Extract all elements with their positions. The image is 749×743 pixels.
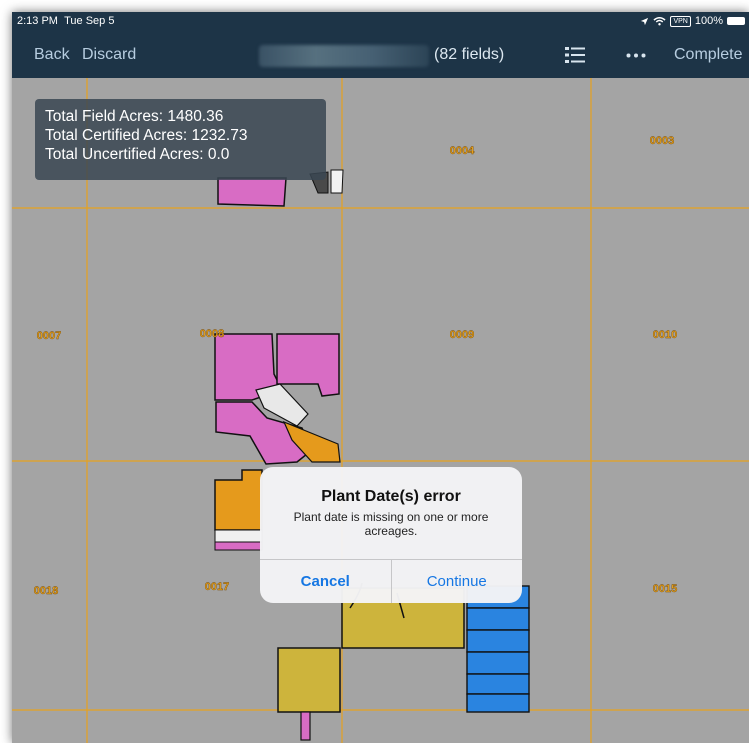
status-time: 2:13 PM Tue Sep 5 — [17, 15, 115, 27]
map-view[interactable]: 0004 0003 0007 0008 0009 0010 0018 0017 … — [12, 78, 749, 743]
field-white-top — [330, 169, 344, 194]
list-icon[interactable] — [565, 46, 585, 64]
wifi-icon — [653, 17, 666, 26]
redacted-title — [259, 45, 429, 67]
total-uncertified-acres: Total Uncertified Acres: 0.0 — [45, 146, 230, 163]
section-label-0004: 0004 — [450, 145, 475, 157]
vpn-badge: VPN — [670, 15, 691, 27]
field-orange-left[interactable] — [214, 469, 263, 531]
total-field-acres: Total Field Acres: 1480.36 — [45, 108, 224, 125]
section-label-0017: 0017 — [205, 581, 229, 593]
dialog-message: Plant date is missing on one or more acr… — [293, 510, 489, 538]
dialog-title: Plant Date(s) error — [321, 488, 461, 505]
section-label-0018: 0018 — [34, 585, 58, 597]
cancel-button[interactable]: Cancel — [260, 560, 392, 603]
section-label-0010: 0010 — [653, 329, 677, 341]
continue-button[interactable]: Continue — [392, 560, 523, 603]
nav-bar: Back Discard (82 fields) Complete — [12, 32, 749, 78]
field-blue-block[interactable] — [466, 585, 530, 713]
device-screen: 2:13 PM Tue Sep 5 VPN 100% Back Discard … — [12, 12, 749, 743]
location-arrow-icon — [641, 17, 649, 25]
dialog-buttons: Cancel Continue — [260, 559, 522, 603]
battery-icon — [727, 17, 745, 25]
field-white-left — [214, 529, 263, 543]
section-label-0007: 0007 — [37, 330, 61, 342]
field-yellow-lower[interactable] — [277, 647, 341, 713]
field-pink-2[interactable] — [276, 333, 340, 397]
field-pink-left[interactable] — [214, 541, 263, 551]
complete-button[interactable]: Complete — [674, 46, 742, 64]
field-pink-stub[interactable] — [300, 711, 311, 741]
section-label-0015: 0015 — [653, 583, 677, 595]
section-label-0008: 0008 — [200, 328, 224, 340]
acreage-summary: Total Field Acres: 1480.36 Total Certifi… — [35, 99, 326, 180]
back-button[interactable]: Back — [34, 46, 70, 64]
battery-percent: 100% — [694, 15, 723, 27]
section-label-0003: 0003 — [650, 135, 674, 147]
discard-button[interactable]: Discard — [82, 46, 136, 64]
field-pink-top[interactable] — [217, 177, 287, 207]
status-right: VPN 100% — [640, 15, 745, 27]
status-bar: 2:13 PM Tue Sep 5 VPN 100% — [12, 12, 749, 32]
field-count: (82 fields) — [434, 46, 505, 63]
more-icon[interactable] — [626, 53, 646, 58]
section-label-0009: 0009 — [450, 329, 474, 341]
total-certified-acres: Total Certified Acres: 1232.73 — [45, 127, 248, 144]
plant-date-error-dialog: Plant Date(s) error Plant date is missin… — [260, 467, 522, 603]
